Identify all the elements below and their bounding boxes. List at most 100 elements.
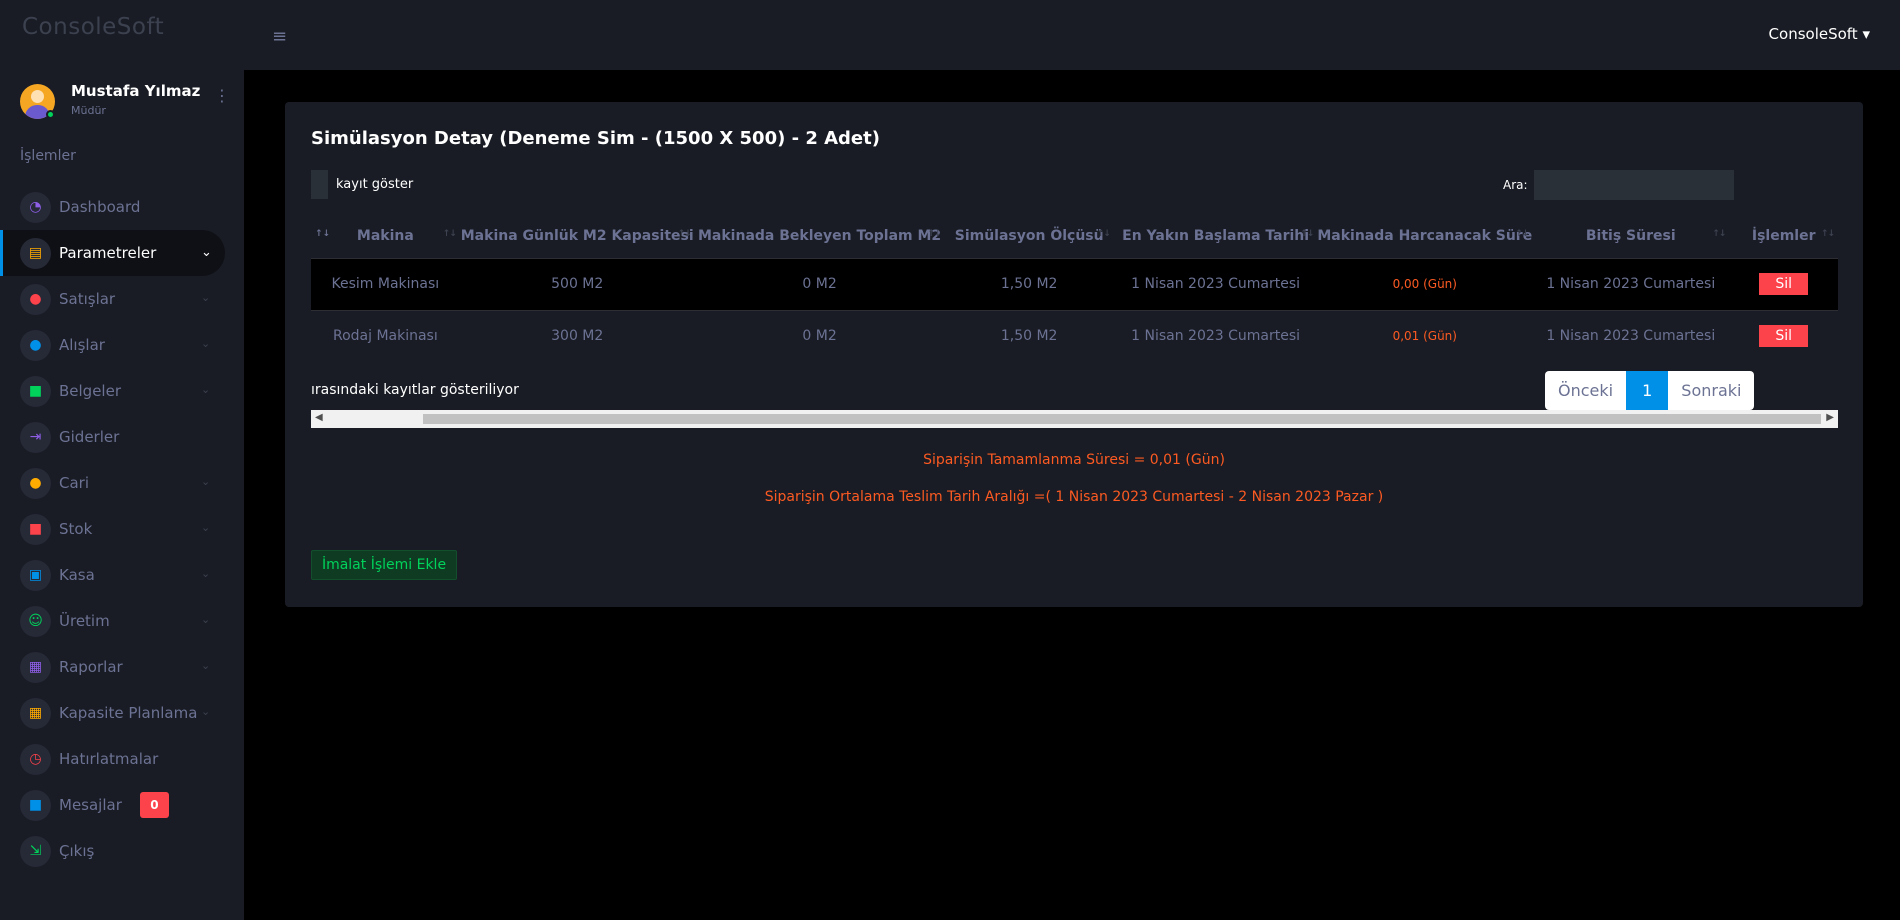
scroll-left-icon[interactable]: ◀	[315, 412, 323, 423]
chevron-down-icon: ⌄	[201, 521, 211, 534]
sidebar-nav: ◔ Dashboard ▤ Parametreler ⌄ ● Satışlar …	[0, 184, 244, 874]
cash-icon: ▣	[20, 559, 51, 591]
scroll-right-icon[interactable]: ▶	[1826, 412, 1834, 423]
sidebar-item-label: Dashboard	[59, 198, 141, 216]
speedometer-icon: ◔	[20, 191, 51, 223]
sidebar-item-label: Stok	[59, 520, 93, 538]
table-cell: 0 M2	[694, 309, 945, 362]
scrollbar-thumb[interactable]	[423, 414, 1821, 424]
table-cell: 0,01 (Gün)	[1317, 309, 1533, 362]
table-cell: 1 Nisan 2023 Cumartesi	[1532, 258, 1730, 310]
more-vertical-icon[interactable]: ⋮	[214, 88, 230, 104]
data-table-wrapper: ↑↓ Makina ↑↓ Makina Günlük M2 Kapasitesi ↑↓…	[311, 215, 1838, 375]
table-cell: 0,00 (Gün)	[1317, 258, 1533, 310]
horizontal-scrollbar[interactable]: ◀ ▶	[311, 410, 1838, 428]
sidebar-item-label: Üretim	[59, 612, 110, 630]
table-cell: 500 M2	[459, 258, 695, 310]
table-cell: 0 M2	[694, 258, 945, 310]
sidebar-item-label: Hatırlatmalar	[59, 750, 159, 768]
sidebar-item-kapasite-planlama[interactable]: ▦ Kapasite Planlama ⌄	[0, 690, 244, 736]
duration-value: 0,00 (Gün)	[1392, 277, 1457, 291]
delete-button[interactable]: Sil	[1759, 325, 1809, 348]
profile-name: Mustafa Yılmaz	[71, 82, 201, 100]
topbar	[244, 0, 1900, 70]
column-header[interactable]: Makina Günlük M2 Kapasitesi ↑↓	[459, 215, 695, 259]
nav-section-title: İşlemler	[20, 148, 76, 164]
search-label: Ara:	[1503, 178, 1528, 192]
sidebar-item-kasa[interactable]: ▣ Kasa ⌄	[0, 552, 244, 598]
page-length-select[interactable]	[311, 170, 328, 199]
clipboard-alert-icon: ▦	[20, 697, 51, 729]
user-menu-dropdown[interactable]: ConsoleSoft ▾	[1769, 25, 1870, 43]
duration-value: 0,01 (Gün)	[1392, 329, 1457, 344]
sidebar-item-cari[interactable]: ● Cari ⌄	[0, 460, 244, 506]
sidebar-item-satislar[interactable]: ● Satışlar ⌄	[0, 276, 244, 322]
delivery-range-summary: Siparişin Ortalama Teslim Tarih Aralığı …	[764, 489, 1384, 505]
page-title: Simülasyon Detay (Deneme Sim - (1500 X 5…	[311, 128, 880, 149]
sidebar-item-label: Cari	[59, 474, 89, 492]
column-header[interactable]: Makinada Harcanacak Süre ↑↓	[1317, 215, 1533, 259]
page-1-button[interactable]: 1	[1626, 371, 1669, 410]
sidebar-item-label: Çıkış	[59, 842, 95, 860]
chevron-down-icon: ⌄	[201, 291, 211, 304]
table-cell: 1 Nisan 2023 Cumartesi	[1113, 309, 1318, 362]
table-cell: Kesim Makinası	[311, 258, 460, 310]
play-circle-icon: ●	[20, 283, 51, 315]
next-page-button[interactable]: Sonraki	[1668, 371, 1754, 410]
sidebar-item-label: Kasa	[59, 566, 95, 584]
chevron-down-icon: ⌄	[201, 383, 211, 396]
prev-page-button[interactable]: Önceki	[1545, 371, 1626, 410]
sidebar-item-raporlar[interactable]: ▦ Raporlar ⌄	[0, 644, 244, 690]
chevron-down-icon: ⌄	[201, 613, 211, 626]
brand-logo[interactable]: ConsoleSoft	[22, 14, 164, 40]
add-manufacturing-button[interactable]: İmalat İşlemi Ekle	[311, 550, 457, 580]
sidebar-item-stok[interactable]: ■ Stok ⌄	[0, 506, 244, 552]
message-icon: ■	[20, 789, 51, 821]
sidebar-item-cikis[interactable]: ⇲ Çıkış	[0, 828, 244, 874]
users-icon: ●	[20, 467, 51, 499]
layers-icon: ▤	[20, 237, 51, 269]
table-cell: 1 Nisan 2023 Cumartesi	[1532, 309, 1730, 362]
sidebar-item-mesajlar[interactable]: ■ Mesajlar 0	[0, 782, 244, 828]
table-row: Rodaj Makinası 300 M2 0 M2 1,50 M2 1 Nis…	[311, 309, 1838, 362]
column-header[interactable]: Makinada Bekleyen Toplam M2 ↑↓	[694, 215, 945, 259]
sidebar-item-giderler[interactable]: ⇥ Giderler	[0, 414, 244, 460]
table-cell: Rodaj Makinası	[311, 309, 460, 362]
sidebar-item-label: Parametreler	[59, 244, 157, 262]
column-header[interactable]: En Yakın Başlama Tarihi ↑↓	[1113, 215, 1318, 259]
search-input[interactable]	[1534, 170, 1734, 200]
sidebar-item-label: Belgeler	[59, 382, 121, 400]
sidebar: ConsoleSoft Mustafa Yılmaz Müdür ⋮ İşlem…	[0, 0, 244, 920]
alarm-icon: ◷	[20, 743, 51, 775]
minus-circle-icon: ●	[20, 329, 51, 361]
table-info-text: ırasındaki kayıtlar gösteriliyor	[311, 382, 519, 398]
table-cell: 1 Nisan 2023 Cumartesi	[1113, 258, 1318, 310]
table-cell: 300 M2	[459, 309, 695, 362]
column-header[interactable]: Bitiş Süresi ↑↓	[1532, 215, 1730, 259]
sidebar-item-uretim[interactable]: ☺ Üretim ⌄	[0, 598, 244, 644]
logout-icon: ⇲	[20, 835, 51, 867]
arrow-right-icon: ⇥	[20, 421, 51, 453]
sidebar-item-label: Raporlar	[59, 658, 123, 676]
column-header[interactable]: İşlemler ↑↓	[1729, 215, 1838, 259]
sidebar-item-alislar[interactable]: ● Alışlar ⌄	[0, 322, 244, 368]
column-header[interactable]: ↑↓ Makina ↑↓	[311, 215, 460, 259]
delete-button[interactable]: Sil	[1759, 273, 1809, 295]
clipboard-icon: ▦	[20, 651, 51, 683]
chevron-down-icon: ⌄	[201, 567, 211, 580]
simulation-detail-card: Simülasyon Detay (Deneme Sim - (1500 X 5…	[285, 102, 1863, 607]
sidebar-item-dashboard[interactable]: ◔ Dashboard	[0, 184, 244, 230]
sidebar-item-parametreler[interactable]: ▤ Parametreler ⌄	[0, 230, 225, 276]
profile-role: Müdür	[71, 104, 106, 117]
chevron-down-icon: ⌄	[201, 245, 212, 260]
profile: Mustafa Yılmaz Müdür ⋮	[20, 82, 230, 122]
sidebar-item-hatirlatmalar[interactable]: ◷ Hatırlatmalar	[0, 736, 244, 782]
sidebar-item-label: Kapasite Planlama	[59, 704, 198, 722]
box-icon: ■	[20, 513, 51, 545]
menu-toggle-icon[interactable]: ≡	[272, 26, 287, 47]
sidebar-item-belgeler[interactable]: ■ Belgeler ⌄	[0, 368, 244, 414]
page-length-label: kayıt göster	[336, 177, 414, 192]
chevron-down-icon: ⌄	[201, 659, 211, 672]
simulation-table: ↑↓ Makina ↑↓ Makina Günlük M2 Kapasitesi ↑↓…	[311, 215, 1838, 362]
column-header[interactable]: Simülasyon Ölçüsü ↑↓	[944, 215, 1114, 259]
